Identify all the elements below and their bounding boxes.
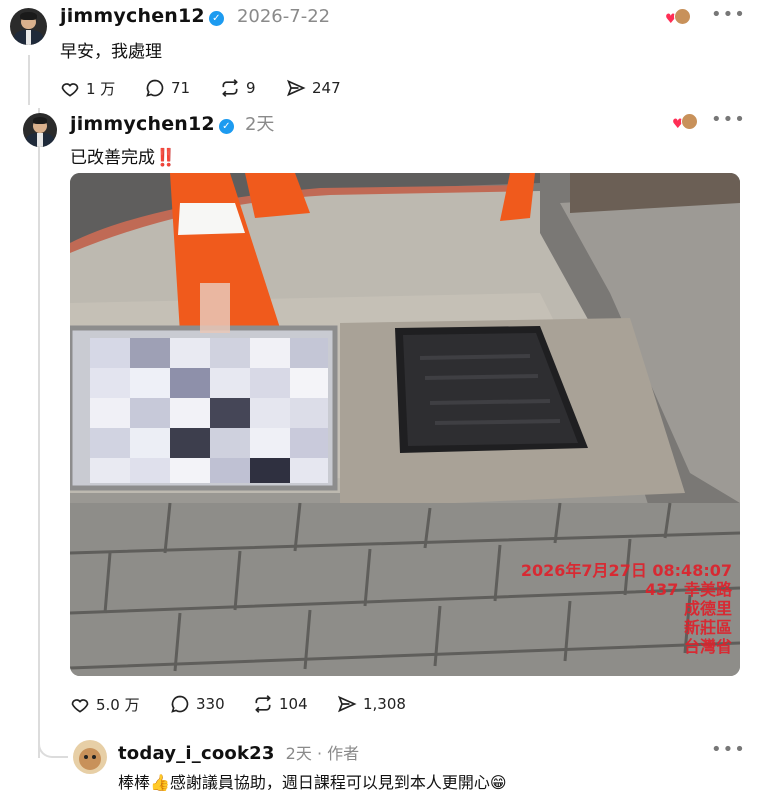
repost-icon	[222, 79, 238, 97]
like-button[interactable]: 1 万	[60, 78, 115, 99]
post-header: jimmychen12 ✓ 2026-7-22	[60, 5, 330, 27]
reply-text-body: 已改善完成	[70, 148, 155, 168]
double-exclamation-icon: ‼️	[155, 148, 177, 168]
thread-line-curve	[38, 740, 68, 758]
share-count: 247	[312, 79, 341, 97]
comment-button[interactable]: 71	[145, 78, 190, 98]
reaction-icon[interactable]: ♥	[672, 113, 698, 132]
repost-button[interactable]: 104	[253, 694, 308, 714]
avatar[interactable]	[10, 8, 47, 45]
avatar[interactable]	[23, 113, 57, 147]
like-count: 1 万	[86, 80, 116, 98]
like-button[interactable]: 5.0 万	[70, 694, 140, 715]
post-text: 早安，我處理	[60, 42, 162, 62]
post-time[interactable]: 2026-7-22	[237, 6, 330, 27]
username[interactable]: jimmychen12	[70, 113, 215, 135]
comment-text: 棒棒👍感謝議員協助，週日課程可以見到本人更開心😁	[118, 773, 507, 792]
share-icon	[287, 79, 306, 97]
repost-count: 9	[246, 79, 256, 97]
more-icon[interactable]: •••	[711, 4, 746, 25]
author-tag: · 作者	[316, 744, 360, 763]
avatar[interactable]	[73, 740, 107, 774]
more-icon[interactable]: •••	[711, 109, 746, 130]
comment-time[interactable]: 2天	[286, 744, 312, 763]
reply-time[interactable]: 2天	[245, 114, 274, 135]
stamp-line-5: 台灣省	[683, 637, 732, 656]
reaction-icon[interactable]: ♥	[665, 8, 691, 27]
share-button[interactable]: 1,308	[337, 694, 406, 714]
heart-icon	[71, 698, 89, 713]
like-count: 5.0 万	[96, 696, 140, 714]
repost-count: 104	[279, 695, 308, 713]
verified-badge-icon: ✓	[208, 11, 224, 26]
share-button[interactable]: 247	[286, 78, 341, 98]
stamp-line-3: 成德里	[683, 599, 732, 618]
username[interactable]: jimmychen12	[60, 5, 205, 27]
comment-header: today_i_cook23 2天 · 作者	[118, 740, 359, 764]
comment-icon	[146, 79, 164, 97]
heart-icon	[61, 82, 79, 97]
reply-header: jimmychen12 ✓ 2天	[70, 110, 274, 136]
thread-line	[28, 55, 30, 105]
thread-line	[38, 108, 40, 758]
stamp-datetime: 2026年7月27日 08:48:07	[520, 561, 732, 580]
stamp-line-2: 437 幸美路	[645, 580, 732, 599]
comment-icon	[171, 695, 189, 713]
dog-emoji-icon	[674, 8, 691, 25]
repost-button[interactable]: 9	[220, 78, 256, 98]
username[interactable]: today_i_cook23	[118, 743, 275, 764]
stamp-line-4: 新莊區	[683, 618, 732, 637]
comment-button[interactable]: 330	[170, 694, 225, 714]
dog-emoji-icon	[681, 113, 698, 130]
reply-text: 已改善完成‼️	[70, 143, 176, 168]
share-icon	[338, 695, 357, 713]
repost-icon	[255, 695, 271, 713]
comment-count: 71	[171, 79, 191, 97]
more-icon[interactable]: •••	[711, 739, 746, 760]
comment-count: 330	[196, 695, 225, 713]
post-photo[interactable]: 2026年7月27日 08:48:07 437 幸美路 成德里 新莊區 台灣省	[70, 173, 740, 676]
photo-timestamp: 2026年7月27日 08:48:07 437 幸美路 成德里 新莊區 台灣省	[521, 561, 732, 656]
share-count: 1,308	[363, 695, 406, 713]
verified-badge-icon: ✓	[218, 119, 234, 134]
